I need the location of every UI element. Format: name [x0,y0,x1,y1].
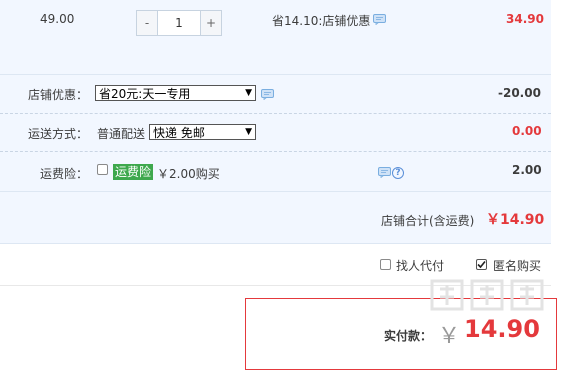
payment-currency: ￥ [438,324,461,349]
shipping-amount: 0.00 [512,124,542,138]
shipping-method: 普通配送 [97,127,146,141]
proxy-pay-label[interactable]: 找人代付 [396,257,444,274]
watermark-logo [430,279,544,311]
proxy-pay-checkbox[interactable] [380,259,391,270]
shipping-selected: 快递 免邮 [153,125,205,140]
shipping-select[interactable]: 快递 免邮 ▼ [149,124,256,140]
quantity-stepper[interactable]: - 1 + [136,10,222,36]
checkmark-icon [477,260,486,269]
qty-plus-button[interactable]: + [201,11,221,35]
shop-discount-selected: 省20元:天一专用 [99,86,191,101]
insurance-amount: 2.00 [512,163,542,177]
insurance-price: ￥2.00购买 [157,167,220,181]
shop-total-amount: ￥14.90 [486,212,545,228]
shipping-label: 运送方式： [28,127,89,141]
anonymous-checkbox[interactable] [476,259,487,270]
item-subtotal: 34.90 [506,12,544,26]
shop-total-label: 店铺合计(含运费) [381,214,475,228]
item-discount-text: 省14.10:店铺优惠 [272,14,371,28]
divider [0,151,551,152]
chat-icon[interactable] [261,89,274,100]
divider [0,113,551,114]
shop-discount-amount: -20.00 [498,86,541,100]
unit-price: 49.00 [40,12,75,26]
divider [0,191,551,192]
shop-discount-select[interactable]: 省20元:天一专用 ▼ [95,85,256,101]
insurance-tag: 运费险 [113,164,154,180]
anonymous-label[interactable]: 匿名购买 [493,257,541,274]
insurance-checkbox[interactable] [97,164,108,175]
chat-icon[interactable] [373,14,386,25]
chat-icon[interactable] [378,167,391,178]
chevron-down-icon: ▼ [245,88,252,98]
divider [0,243,551,244]
shop-discount-label: 店铺优惠： [28,88,89,102]
chevron-down-icon: ▼ [245,127,252,137]
divider [0,74,551,75]
insurance-label: 运费险： [40,167,89,181]
qty-input[interactable]: 1 [157,11,201,35]
help-icon[interactable]: ? [392,167,404,179]
payment-label: 实付款： [384,329,433,343]
payment-amount: 14.90 [464,315,540,343]
qty-minus-button[interactable]: - [137,11,157,35]
